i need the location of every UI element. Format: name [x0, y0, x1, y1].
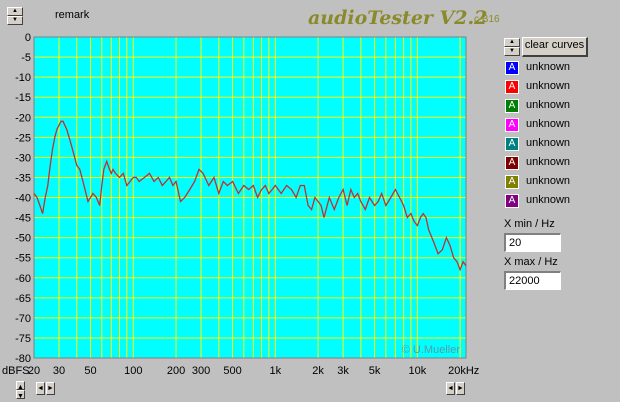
ylim-scroll-down[interactable]: ▼: [16, 390, 25, 400]
y-tick-label: -60: [15, 273, 31, 285]
y-tick-label: -15: [15, 92, 31, 104]
y-tick-label: -35: [15, 172, 31, 184]
legend-swatch[interactable]: A: [505, 137, 519, 151]
clear-curves-button[interactable]: clear curves: [522, 37, 588, 57]
curves-spinner[interactable]: ▲ ▼: [504, 38, 520, 57]
legend-swatch[interactable]: A: [505, 194, 519, 208]
x-tick-label: 30: [53, 365, 65, 377]
ylim-scroll-up[interactable]: ▲: [16, 381, 25, 391]
xmin-scroll-left[interactable]: ◄: [36, 382, 45, 395]
legend-label: unknown: [526, 99, 571, 111]
xmin-input[interactable]: [504, 233, 561, 252]
y-tick-label: -55: [15, 253, 31, 265]
legend-label: unknown: [526, 61, 571, 73]
xmax-scroll-left[interactable]: ◄: [446, 382, 455, 395]
legend-swatch[interactable]: A: [505, 99, 519, 113]
x-tick-label: 5k: [369, 365, 381, 377]
y-tick-label: -45: [15, 213, 31, 225]
y-tick-label: -40: [15, 193, 31, 205]
curves-spin-down-button[interactable]: ▼: [504, 47, 520, 56]
y-tick-label: -70: [15, 313, 31, 325]
y-tick-label: -25: [15, 132, 31, 144]
x-tick-label: 2k: [312, 365, 324, 377]
legend-swatch[interactable]: A: [505, 118, 519, 132]
xmin-label: X min / Hz: [504, 218, 555, 230]
y-tick-label: -75: [15, 333, 31, 345]
x-tick-label: 300: [192, 365, 210, 377]
legend-swatch[interactable]: A: [505, 156, 519, 170]
xmax-scroll-right[interactable]: ►: [456, 382, 465, 395]
xmax-label: X max / Hz: [504, 256, 558, 268]
y-tick-label: -5: [21, 52, 31, 64]
legend-label: unknown: [526, 118, 571, 130]
legend-label: unknown: [526, 137, 571, 149]
x-tick-label: 20: [28, 365, 40, 377]
legend-swatch[interactable]: A: [505, 80, 519, 94]
x-tick-label: 50: [84, 365, 96, 377]
y-tick-label: -10: [15, 72, 31, 84]
curves-spin-up-button[interactable]: ▲: [504, 38, 520, 47]
y-tick-label: -30: [15, 152, 31, 164]
x-tick-label: 3k: [337, 365, 349, 377]
legend-label: unknown: [526, 156, 571, 168]
x-tick-label: 1k: [270, 365, 282, 377]
x-tick-label: 20kHz: [448, 365, 479, 377]
y-tick-label: -50: [15, 233, 31, 245]
legend-label: unknown: [526, 80, 571, 92]
legend-swatch[interactable]: A: [505, 175, 519, 189]
x-tick-label: 100: [124, 365, 142, 377]
y-tick-label: -65: [15, 293, 31, 305]
xmax-input[interactable]: [504, 271, 561, 290]
y-tick-label: -80: [15, 353, 31, 365]
y-axis-label: dBFS: [2, 365, 30, 377]
legend-label: unknown: [526, 194, 571, 206]
x-tick-label: 500: [223, 365, 241, 377]
y-tick-label: 0: [25, 32, 31, 44]
legend-label: unknown: [526, 175, 571, 187]
x-tick-label: 10k: [408, 365, 426, 377]
x-tick-label: 200: [167, 365, 185, 377]
copyright-label: © U.Mueller: [402, 344, 461, 356]
legend-swatch[interactable]: A: [505, 61, 519, 75]
xmin-scroll-right[interactable]: ►: [46, 382, 55, 395]
y-tick-label: -20: [15, 112, 31, 124]
